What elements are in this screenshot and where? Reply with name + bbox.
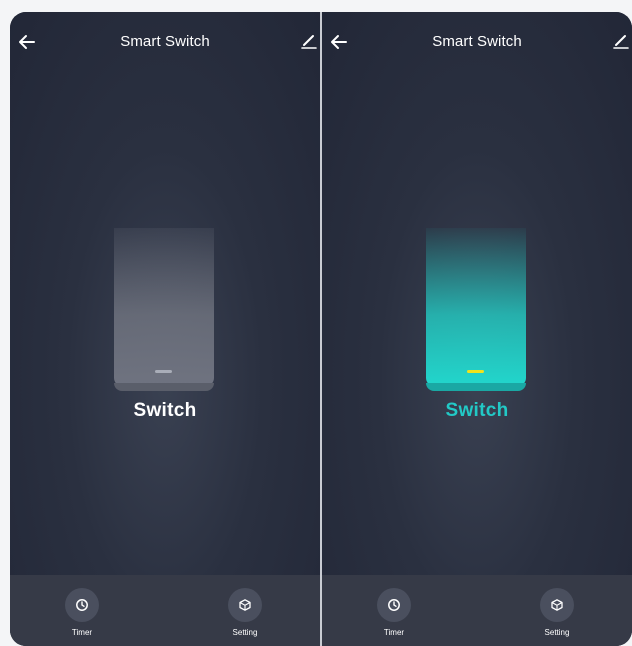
- top-bar: Smart Switch: [322, 30, 632, 54]
- timer-button[interactable]: Timer: [364, 588, 424, 637]
- page-title: Smart Switch: [120, 33, 210, 50]
- clock-icon: [388, 599, 400, 611]
- timer-label: Timer: [383, 628, 405, 637]
- switch-label: Switch: [445, 400, 509, 421]
- setting-button[interactable]: Setting: [215, 588, 275, 637]
- setting-button-circle: [540, 588, 574, 622]
- setting-label: Setting: [232, 628, 258, 637]
- switch-base: [114, 383, 214, 391]
- pencil-icon[interactable]: [612, 32, 630, 50]
- top-bar: Smart Switch: [10, 30, 320, 54]
- setting-label: Setting: [544, 628, 570, 637]
- bottom-bar: Timer Setting: [322, 575, 632, 646]
- page-title: Smart Switch: [432, 33, 522, 50]
- timer-button-circle: [65, 588, 99, 622]
- screen-switch-on: Smart Switch Switch Timer Setting: [322, 12, 632, 646]
- setting-button-circle: [228, 588, 262, 622]
- switch-indicator: [467, 370, 484, 373]
- clock-icon: [76, 599, 88, 611]
- settings-cube-icon: [551, 599, 563, 611]
- timer-button[interactable]: Timer: [52, 588, 112, 637]
- setting-button[interactable]: Setting: [527, 588, 587, 637]
- switch-base: [426, 383, 526, 391]
- timer-label: Timer: [71, 628, 93, 637]
- pencil-icon[interactable]: [300, 32, 318, 50]
- screen-switch-off: Smart Switch Switch Timer Setting: [10, 12, 320, 646]
- timer-button-circle: [377, 588, 411, 622]
- settings-cube-icon: [239, 599, 251, 611]
- phone-frame: Smart Switch Switch Timer Setting Smart …: [10, 12, 632, 646]
- bottom-bar: Timer Setting: [10, 575, 320, 646]
- switch-toggle[interactable]: [114, 228, 214, 386]
- switch-toggle[interactable]: [426, 228, 526, 386]
- switch-indicator: [155, 370, 172, 373]
- switch-label: Switch: [133, 400, 197, 421]
